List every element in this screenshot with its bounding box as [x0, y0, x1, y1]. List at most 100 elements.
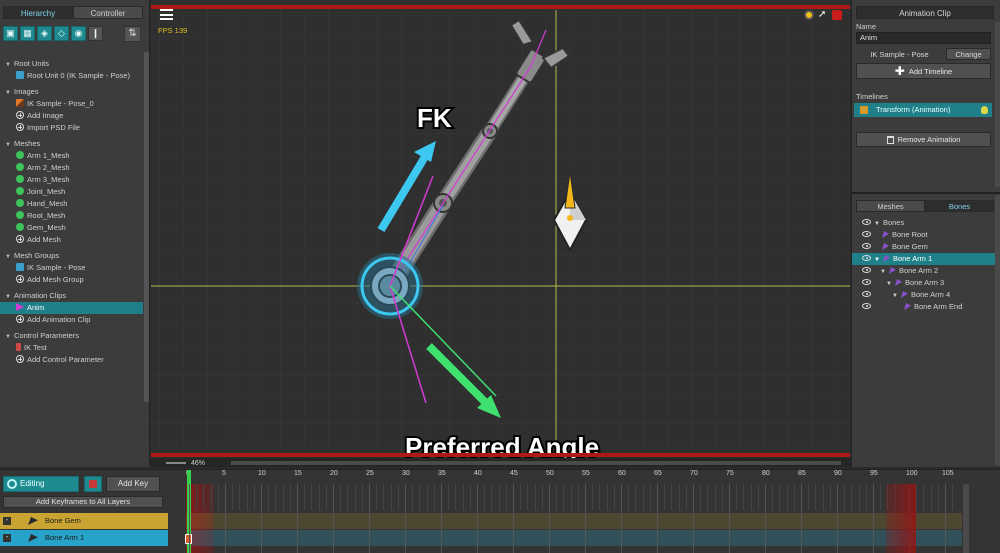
list-item[interactable]: Arm 2_Mesh: [0, 162, 143, 174]
lock-icon[interactable]: [84, 476, 102, 492]
inspector-scrollbar[interactable]: [995, 22, 1000, 187]
eye-icon[interactable]: [862, 243, 871, 249]
frame-gridline: [822, 484, 824, 510]
bone-row[interactable]: Bone Root: [852, 229, 995, 241]
timeline-item[interactable]: Transform (Animation): [854, 103, 992, 117]
frame-gridline: [189, 484, 190, 553]
frame-gridline: [498, 484, 500, 510]
list-item[interactable]: IK Sample - Pose_0: [0, 98, 143, 110]
add-timeline-button[interactable]: ✚ Add Timeline: [856, 63, 991, 79]
item-label: Add Control Parameter: [27, 355, 104, 364]
bone-row[interactable]: ▼ Bone Arm 4: [852, 289, 995, 301]
eye-icon[interactable]: [862, 219, 871, 225]
bone-row[interactable]: ▼ Bone Arm 3: [852, 277, 995, 289]
eye-icon[interactable]: [862, 255, 871, 261]
menu-icon[interactable]: [160, 9, 173, 20]
filter-mesh-icon[interactable]: ◈: [37, 26, 52, 41]
add-mesh-button[interactable]: Add Mesh: [0, 234, 143, 246]
layer-row[interactable]: - Bone Arm 1: [0, 530, 168, 546]
frame-gridline: [837, 484, 838, 553]
change-button[interactable]: Change: [946, 48, 991, 60]
eye-icon[interactable]: [862, 291, 871, 297]
frame-gridline: [433, 484, 435, 510]
section-root-units[interactable]: ▼ Root Units: [0, 58, 143, 70]
bone-row[interactable]: ▼ Bones: [852, 217, 995, 229]
section-animation-clips[interactable]: ▼ Animation Clips: [0, 290, 143, 302]
list-item[interactable]: Hand_Mesh: [0, 198, 143, 210]
cursor-icon[interactable]: ➚: [818, 10, 828, 20]
filter-root-icon[interactable]: ▣: [3, 26, 18, 41]
bone-row[interactable]: Bone Arm End: [852, 301, 995, 313]
list-item[interactable]: IK Test: [0, 342, 143, 354]
frame-tick-label: 50: [546, 470, 554, 477]
eye-icon[interactable]: [862, 267, 871, 273]
list-item[interactable]: Gem_Mesh: [0, 222, 143, 234]
frame-gridline: [246, 484, 248, 510]
section-mesh-groups[interactable]: ▼ Mesh Groups: [0, 250, 143, 262]
eye-icon[interactable]: [862, 303, 871, 309]
tab-meshes[interactable]: Meshes: [856, 200, 925, 212]
list-item[interactable]: Arm 1_Mesh: [0, 150, 143, 162]
frame-gridline: [253, 484, 255, 510]
mesh-icon: [16, 211, 24, 219]
layer-row[interactable]: - Bone Gem: [0, 513, 168, 529]
section-control-parameters[interactable]: ▼ Control Parameters: [0, 330, 143, 342]
add-control-parameter-button[interactable]: Add Control Parameter: [0, 354, 143, 366]
frame-gridline: [592, 484, 594, 510]
sort-icon[interactable]: ⇅: [124, 26, 141, 42]
section-meshes[interactable]: ▼ Meshes: [0, 138, 143, 150]
list-item[interactable]: Arm 3_Mesh: [0, 174, 143, 186]
bone-row[interactable]: ▼ Bone Arm 2: [852, 265, 995, 277]
frame-gridline: [541, 484, 543, 510]
eye-icon[interactable]: [862, 279, 871, 285]
list-item[interactable]: Joint_Mesh: [0, 186, 143, 198]
filter-meshgroup-icon[interactable]: ◇: [54, 26, 69, 41]
add-icon: [16, 355, 24, 363]
bone-row[interactable]: ▼ Bone Arm 1: [852, 253, 995, 265]
filter-animation-icon[interactable]: ◉: [71, 26, 86, 41]
scene-viewport[interactable]: FK Preferred Angle FPS 139 ➚ 46%: [151, 0, 850, 467]
list-item[interactable]: IK Sample - Pose: [0, 262, 143, 274]
add-key-button[interactable]: Add Key: [106, 476, 160, 492]
editing-toggle-button[interactable]: Editing: [3, 476, 79, 492]
record-icon[interactable]: [832, 10, 842, 20]
bone-list-scrollbar[interactable]: [995, 195, 1000, 465]
collapse-icon[interactable]: -: [3, 517, 11, 525]
frame-tick-label: 15: [294, 470, 302, 477]
bone-visibility-icon[interactable]: [804, 10, 814, 20]
tab-controller[interactable]: Controller: [73, 6, 143, 19]
collapse-icon[interactable]: -: [3, 534, 11, 542]
viewport-top-bar: [151, 5, 850, 9]
section-images[interactable]: ▼ Images: [0, 86, 143, 98]
bone-row[interactable]: Bone Gem: [852, 241, 995, 253]
frame-gridline: [397, 484, 399, 510]
timeline-scrollbar[interactable]: [963, 484, 969, 553]
timeline-tracks[interactable]: [185, 470, 962, 553]
list-item[interactable]: Root_Mesh: [0, 210, 143, 222]
add-keyframes-all-button[interactable]: Add Keyframes to All Layers: [3, 496, 163, 508]
filter-param-icon[interactable]: ❙: [88, 26, 103, 41]
hierarchy-scrollbar[interactable]: [144, 52, 149, 402]
add-mesh-group-button[interactable]: Add Mesh Group: [0, 274, 143, 286]
tab-bones[interactable]: Bones: [925, 200, 994, 212]
track-row-gem[interactable]: [186, 513, 962, 529]
frame-gridline: [491, 484, 493, 510]
eye-icon[interactable]: [862, 231, 871, 237]
tab-hierarchy[interactable]: Hierarchy: [3, 6, 73, 19]
button-label: Editing: [20, 479, 45, 488]
zoom-slider[interactable]: [166, 462, 186, 464]
list-item[interactable]: Root Unit 0 (IK Sample - Pose): [0, 70, 143, 82]
track-row-arm1[interactable]: [186, 530, 962, 546]
remove-animation-button[interactable]: Remove Animation: [856, 132, 991, 147]
bulb-icon[interactable]: [981, 106, 988, 114]
frame-gridline: [613, 484, 615, 510]
add-image-button[interactable]: Add Image: [0, 110, 143, 122]
horizontal-scrollbar[interactable]: [231, 461, 841, 465]
fk-annotation: FK: [417, 103, 452, 133]
list-item[interactable]: Anim: [0, 302, 143, 314]
import-psd-button[interactable]: Import PSD File: [0, 122, 143, 134]
filter-image-icon[interactable]: ▦: [20, 26, 35, 41]
add-animation-clip-button[interactable]: Add Animation Clip: [0, 314, 143, 326]
name-field[interactable]: Anim: [856, 32, 991, 44]
frame-ruler[interactable]: 0510152025303540455055606570758085909510…: [186, 470, 962, 484]
